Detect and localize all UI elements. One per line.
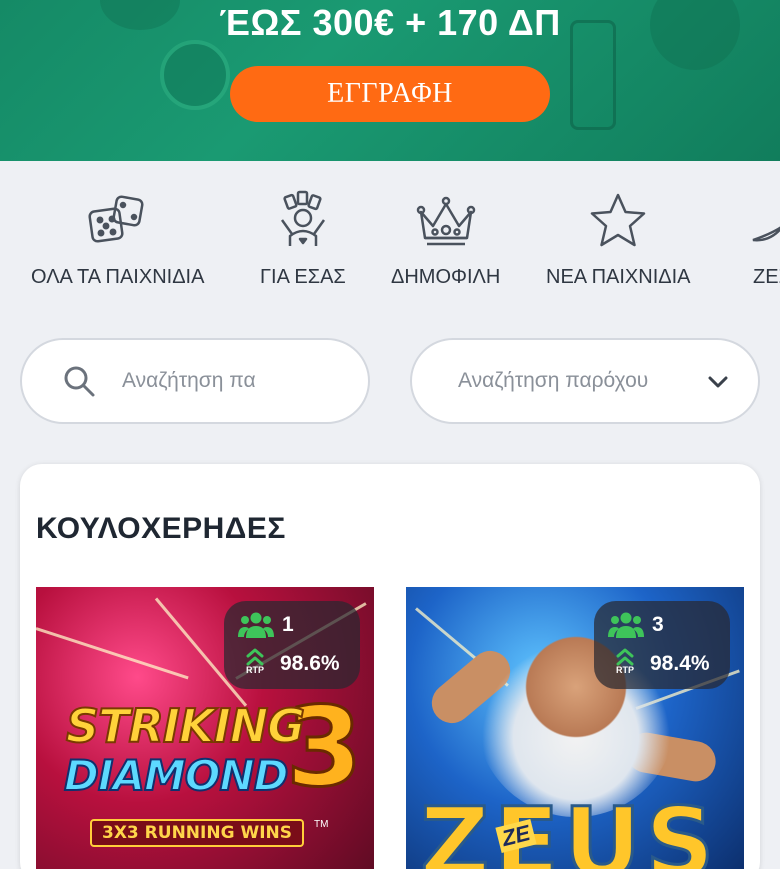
slots-section: ΚΟΥΛΟΧΕΡΗΔΕΣ 3 STRIKING DIAMOND 3X3 RUNN… [20, 464, 760, 869]
players-icon [608, 612, 644, 638]
players-icon [238, 612, 274, 638]
star-icon [591, 193, 646, 247]
signup-button[interactable]: ΕΓΓΡΑΦΗ [230, 66, 550, 122]
game-art-subtitle: 3X3 RUNNING WINS [90, 819, 305, 847]
game-art-title: ZEUS [418, 786, 719, 869]
game-stats-badge: 1 RTP 98.6% [224, 601, 360, 689]
rtp-value: 98.4% [650, 652, 710, 675]
lightning-decoration [36, 627, 189, 680]
category-all-games[interactable]: ΟΛΑ ΤΑ ΠΑΙΧΝΙΔΙΑ [31, 190, 204, 289]
game-stats-badge: 3 RTP 98.4% [594, 601, 730, 689]
category-for-you[interactable]: ΓΙΑ ΕΣΑΣ [260, 190, 346, 289]
category-live[interactable]: ΖΕΣ [741, 190, 780, 289]
game-search-input[interactable]: Αναζήτηση πα [20, 338, 370, 424]
game-art-title: DIAMOND [63, 750, 290, 801]
moon-icon [752, 226, 780, 242]
promo-banner: ΈΩΣ 300€ + 170 ΔΠ ΕΓΓΡΑΦΗ [0, 0, 780, 161]
section-title: ΚΟΥΛΟΧΕΡΗΔΕΣ [36, 512, 286, 545]
players-count: 3 [652, 613, 664, 636]
rtp-tag: RTP [246, 665, 264, 675]
category-label: ΟΛΑ ΤΑ ΠΑΙΧΝΙΔΙΑ [31, 266, 205, 288]
banner-coin-decoration [160, 40, 230, 110]
rtp-stat: RTP 98.6% [238, 647, 340, 681]
rtp-up-icon: RTP [238, 647, 272, 681]
user-cards-icon [280, 190, 325, 246]
players-count: 1 [282, 613, 294, 636]
rtp-value: 98.6% [280, 652, 340, 675]
players-stat: 1 [238, 611, 294, 639]
category-popular[interactable]: ΔΗΜΟΦΙΛΗ [391, 190, 500, 289]
dice-icon [88, 195, 144, 243]
rtp-tag: RTP [616, 665, 634, 675]
category-new-games[interactable]: ΝΕΑ ΠΑΙΧΝΙΔΙΑ [546, 190, 691, 289]
category-label: ΓΙΑ ΕΣΑΣ [260, 266, 346, 288]
banner-title: ΈΩΣ 300€ + 170 ΔΠ [219, 2, 561, 43]
provider-select[interactable]: Αναζήτηση παρόχου [410, 338, 760, 424]
category-label: ΖΕΣ [753, 266, 780, 288]
provider-placeholder: Αναζήτηση παρόχου [458, 369, 649, 392]
category-label: ΔΗΜΟΦΙΛΗ [391, 266, 501, 288]
search-placeholder: Αναζήτηση πα [122, 369, 256, 392]
rtp-stat: RTP 98.4% [608, 647, 710, 681]
category-label: ΝΕΑ ΠΑΙΧΝΙΔΙΑ [546, 266, 691, 288]
rtp-up-icon: RTP [608, 647, 642, 681]
category-nav: ΟΛΑ ΤΑ ΠΑΙΧΝΙΔΙΑ ΓΙΑ ΕΣΑΣ ΔΗΜΟΦΙΛΗ ΝΕΑ Π… [0, 190, 780, 300]
game-tile-striking-diamond[interactable]: 3 STRIKING DIAMOND 3X3 RUNNING WINS TM 1… [36, 587, 374, 869]
search-icon [64, 366, 95, 397]
crown-icon [416, 196, 475, 246]
chevron-down-icon [708, 376, 728, 388]
players-stat: 3 [608, 611, 664, 639]
game-tile-zeus[interactable]: ZEUS ZE 3 RTP 98.4% [406, 587, 744, 869]
game-art-title: STRIKING [65, 698, 306, 754]
trademark-mark: TM [314, 819, 329, 830]
